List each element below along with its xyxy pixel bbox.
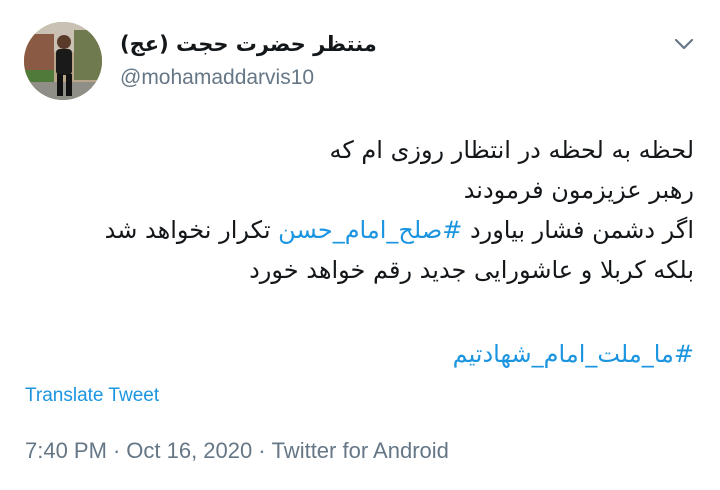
tweet-line-3-start: اگر دشمن فشار بیاورد <box>462 216 694 244</box>
tweet-text: لحظه به لحظه در انتظار روزی ام که رهبر ع… <box>30 130 694 290</box>
tweet-date[interactable]: Oct 16, 2020 <box>126 438 252 463</box>
tweet-source[interactable]: Twitter for Android <box>272 438 449 463</box>
tweet-line-3: اگر دشمن فشار بیاورد #صلح_امام_حسن تکرار… <box>30 210 694 250</box>
tweet-line-1: لحظه به لحظه در انتظار روزی ام که <box>329 136 695 164</box>
tweet-time[interactable]: 7:40 PM <box>25 438 107 463</box>
meta-separator: · <box>112 438 121 463</box>
avatar[interactable] <box>24 22 102 100</box>
hashtag-line: #ما_ملت_امام_شهادتیم <box>30 334 694 374</box>
tweet-line-3-end: تکرار نخواهد شد <box>104 216 279 244</box>
hashtag-link[interactable]: #صلح_امام_حسن <box>278 216 462 244</box>
chevron-down-icon[interactable] <box>672 36 696 52</box>
avatar-photo <box>24 22 102 100</box>
hashtag-link-2[interactable]: #ما_ملت_امام_شهادتیم <box>453 340 694 368</box>
translate-tweet-link[interactable]: Translate Tweet <box>25 385 159 407</box>
display-name[interactable]: منتظر حضرت حجت (عج) <box>120 32 377 56</box>
user-handle[interactable]: @mohamaddarvis10 <box>120 66 314 90</box>
tweet-meta: 7:40 PM · Oct 16, 2020 · Twitter for Android <box>25 438 449 464</box>
meta-separator-2: · <box>258 438 266 463</box>
tweet-line-2: رهبر عزیزمون فرمودند <box>463 176 694 204</box>
tweet-line-4: بلکه کربلا و عاشورایی جدید رقم خواهد خور… <box>249 256 694 284</box>
